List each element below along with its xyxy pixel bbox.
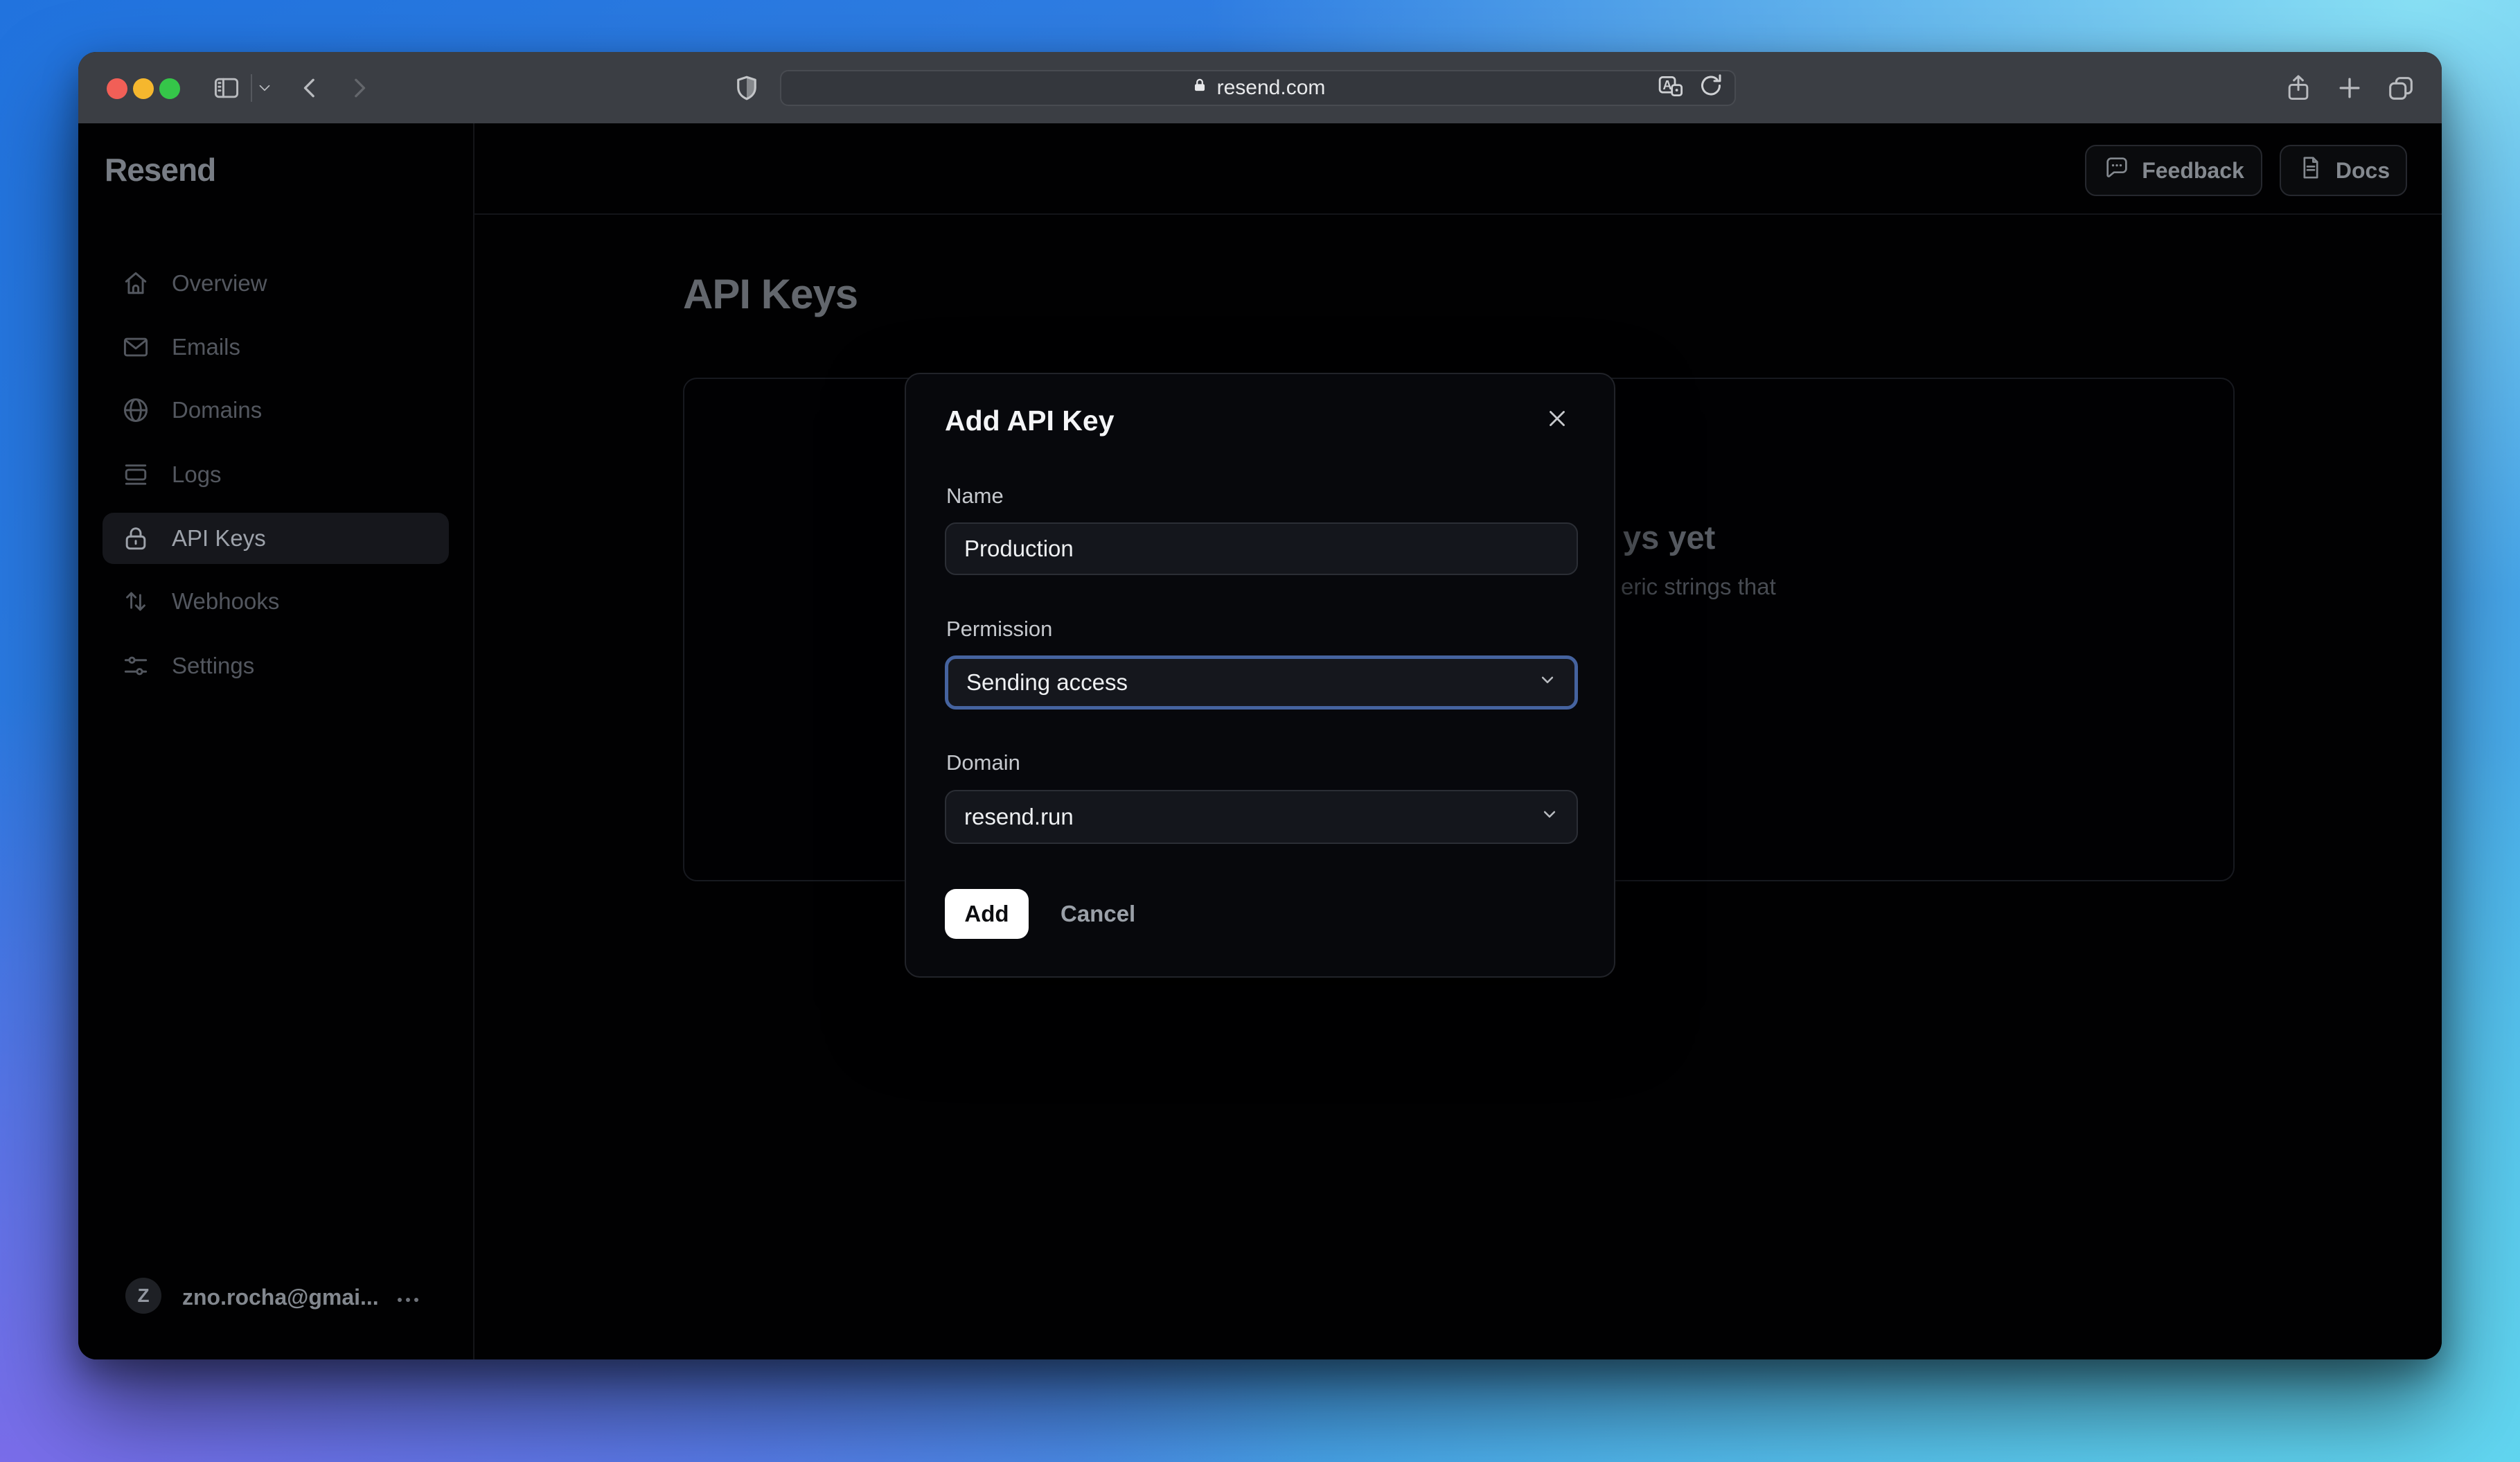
share-icon[interactable] <box>2283 73 2314 103</box>
domain-value: resend.run <box>964 804 1074 829</box>
globe-icon <box>121 395 151 425</box>
docs-button[interactable]: Docs <box>2280 145 2407 196</box>
sidebar-item-domains[interactable]: Domains <box>103 385 449 436</box>
forward-button-icon[interactable] <box>345 74 373 102</box>
url-text: resend.com <box>1216 76 1326 99</box>
minimize-window-button[interactable] <box>133 78 154 99</box>
more-options-icon[interactable] <box>391 1283 425 1320</box>
feedback-button[interactable]: Feedback <box>2085 145 2262 196</box>
name-label: Name <box>946 484 1004 508</box>
tab-overview-icon[interactable] <box>2385 72 2417 104</box>
sidebar-item-api-keys[interactable]: API Keys <box>103 513 449 564</box>
browser-window: resend.com A Resend Overview Emails Doma… <box>78 52 2442 1359</box>
reload-icon[interactable] <box>1697 72 1725 105</box>
account-section: Z zno.rocha@gmai... <box>78 1269 474 1359</box>
domain-label: Domain <box>946 750 1020 775</box>
resend-logo: Resend <box>105 152 216 188</box>
arrows-up-down-icon <box>121 586 151 617</box>
envelope-icon <box>121 332 151 362</box>
add-api-key-modal: Add API Key Name Permission Sending acce… <box>905 373 1615 978</box>
browser-titlebar: resend.com A <box>78 52 2442 123</box>
sidebar-item-label: Settings <box>172 653 255 678</box>
chevron-down-icon[interactable] <box>256 79 274 97</box>
avatar[interactable]: Z <box>125 1278 161 1314</box>
svg-text:A: A <box>1662 78 1671 92</box>
lock-icon <box>121 523 151 554</box>
add-button[interactable]: Add <box>945 889 1029 939</box>
name-input[interactable] <box>945 522 1578 575</box>
zoom-window-button[interactable] <box>159 78 180 99</box>
modal-title: Add API Key <box>945 405 1115 437</box>
shield-icon[interactable] <box>732 73 761 103</box>
domain-select[interactable]: resend.run <box>945 790 1578 844</box>
document-icon <box>2297 154 2325 187</box>
empty-state-body-fragment: eric strings that <box>1621 574 1776 599</box>
empty-state-heading-fragment: ys yet <box>1623 519 1716 556</box>
permission-label: Permission <box>946 617 1053 641</box>
new-tab-icon[interactable] <box>2334 73 2365 103</box>
sidebar-item-emails[interactable]: Emails <box>103 322 449 373</box>
sidebar-item-logs[interactable]: Logs <box>103 449 449 500</box>
close-window-button[interactable] <box>107 78 127 99</box>
sidebar-item-settings[interactable]: Settings <box>103 640 449 692</box>
https-lock-icon <box>1191 76 1209 100</box>
header-divider <box>474 213 2442 215</box>
speech-bubble-icon <box>2103 154 2131 187</box>
sidebar-item-overview[interactable]: Overview <box>103 258 449 309</box>
sidebar-item-label: Emails <box>172 334 241 360</box>
chevron-down-icon <box>1537 669 1558 696</box>
sidebar-item-label: Domains <box>172 397 263 423</box>
address-bar[interactable]: resend.com A <box>780 70 1736 106</box>
sidebar-item-webhooks[interactable]: Webhooks <box>103 576 449 627</box>
translate-icon[interactable]: A <box>1656 72 1685 105</box>
chevron-down-icon <box>1539 804 1560 830</box>
feedback-label: Feedback <box>2142 157 2244 183</box>
close-icon[interactable] <box>1541 402 1574 435</box>
page-title: API Keys <box>683 271 858 317</box>
back-button-icon[interactable] <box>296 74 324 102</box>
docs-label: Docs <box>2335 157 2390 183</box>
modal-actions: Add Cancel <box>945 889 1135 939</box>
desktop-background: resend.com A Resend Overview Emails Doma… <box>0 0 2520 1462</box>
permission-value: Sending access <box>966 669 1128 695</box>
sidebar-toggle-icon[interactable] <box>211 73 242 103</box>
sidebar-item-label: API Keys <box>172 525 266 551</box>
sidebar-item-label: Overview <box>172 270 267 296</box>
titlebar-separator <box>251 74 252 102</box>
sidebar-item-label: Webhooks <box>172 588 280 614</box>
sidebar: Resend Overview Emails Domains Logs API … <box>78 123 474 1359</box>
account-email: zno.rocha@gmai... <box>182 1285 379 1310</box>
sliders-icon <box>121 651 151 681</box>
home-icon <box>121 268 151 299</box>
sidebar-item-label: Logs <box>172 461 222 487</box>
permission-select[interactable]: Sending access <box>945 655 1578 710</box>
logs-icon <box>121 459 151 490</box>
cancel-button[interactable]: Cancel <box>1061 901 1135 927</box>
